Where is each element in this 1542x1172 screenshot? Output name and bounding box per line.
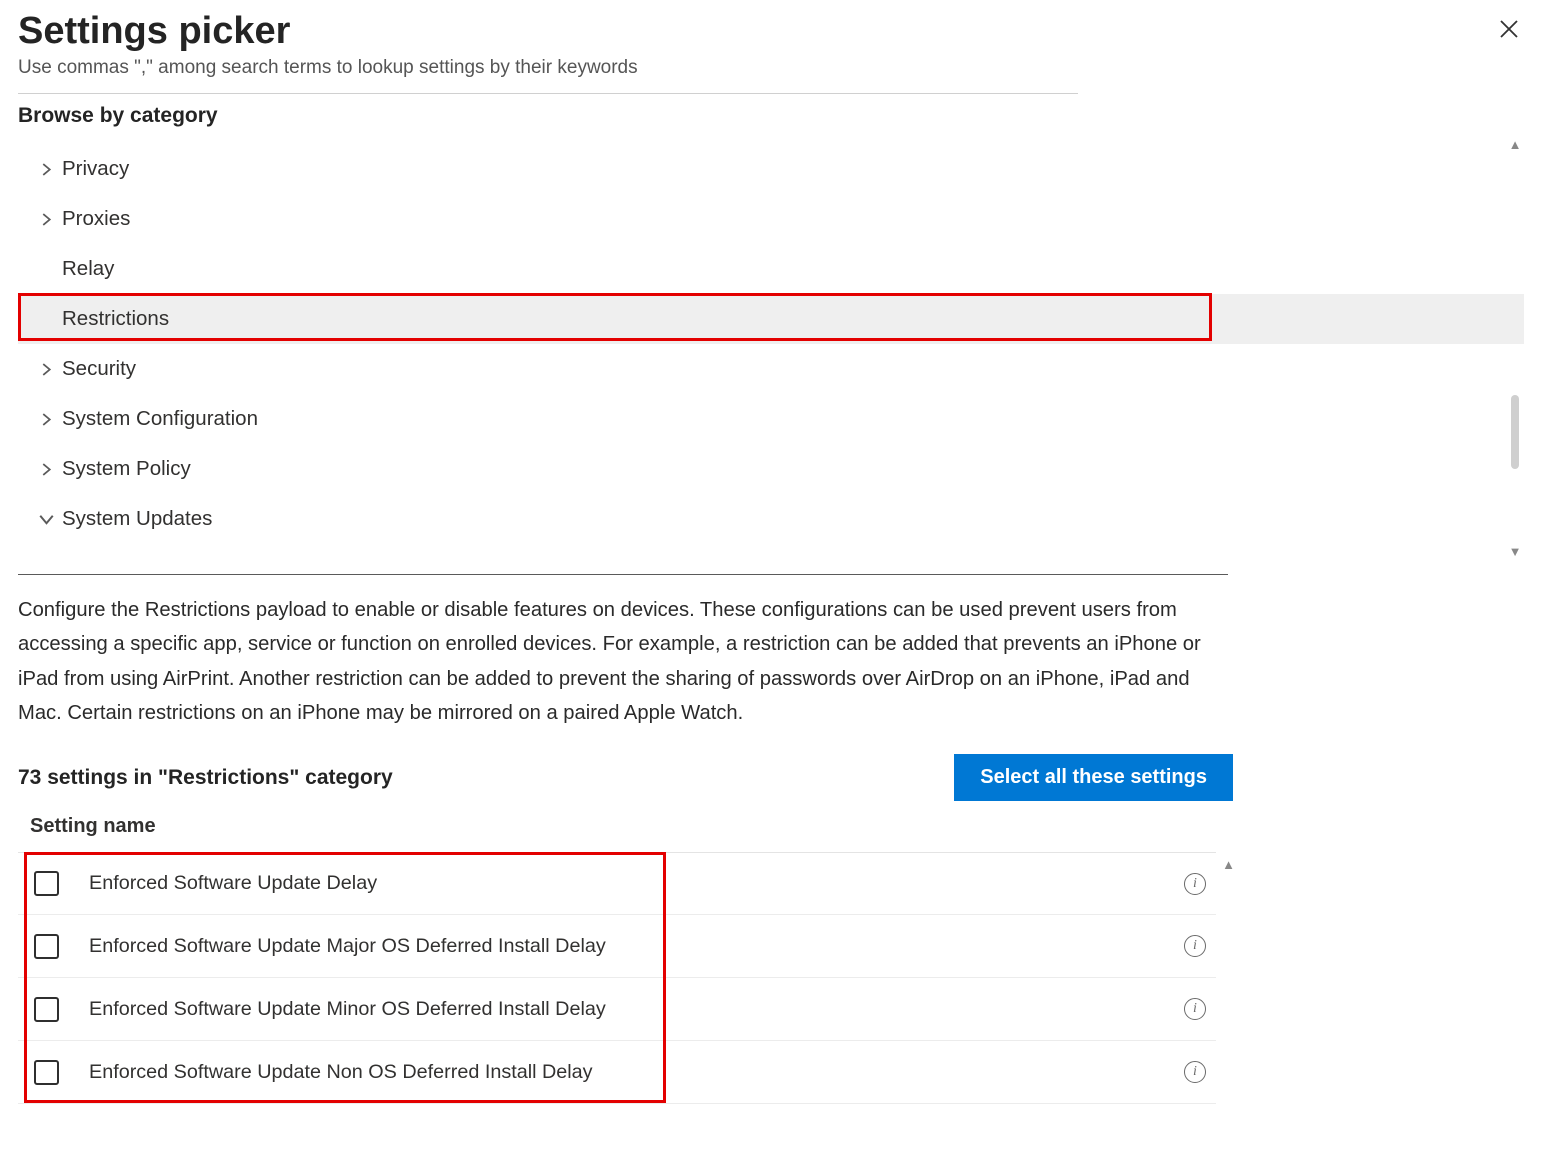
- scroll-thumb[interactable]: [1511, 395, 1519, 469]
- setting-checkbox[interactable]: [34, 871, 59, 896]
- category-label: Privacy: [62, 157, 129, 181]
- select-all-button[interactable]: Select all these settings: [954, 754, 1233, 801]
- category-label: Restrictions: [62, 307, 169, 331]
- chevron-right-icon: [30, 413, 62, 426]
- setting-checkbox[interactable]: [34, 934, 59, 959]
- info-icon[interactable]: i: [1184, 873, 1206, 895]
- column-header-setting-name: Setting name: [18, 815, 1524, 838]
- setting-name-label: Enforced Software Update Delay: [89, 872, 1184, 895]
- category-list-container: Privacy Proxies › Relay › Restrictions S…: [18, 136, 1524, 560]
- scroll-up-icon[interactable]: ▲: [1222, 856, 1235, 873]
- close-icon: [1498, 18, 1520, 40]
- setting-name-label: Enforced Software Update Minor OS Deferr…: [89, 998, 1184, 1021]
- category-label: System Updates: [62, 507, 212, 531]
- search-divider: [18, 93, 1078, 94]
- category-label: Relay: [62, 257, 114, 281]
- settings-list-container: Enforced Software Update Delay i Enforce…: [18, 852, 1233, 1104]
- page-subtitle: Use commas "," among search terms to loo…: [18, 57, 638, 79]
- setting-row[interactable]: Enforced Software Update Major OS Deferr…: [18, 915, 1216, 978]
- category-label: System Configuration: [62, 407, 258, 431]
- setting-name-label: Enforced Software Update Non OS Deferred…: [89, 1061, 1184, 1084]
- chevron-right-icon: [30, 363, 62, 376]
- close-button[interactable]: [1486, 14, 1532, 48]
- category-item-proxies[interactable]: Proxies: [18, 194, 1524, 244]
- category-label: System Policy: [62, 457, 191, 481]
- category-item-system-updates[interactable]: System Updates: [18, 494, 1524, 544]
- section-divider: [18, 574, 1228, 575]
- setting-row[interactable]: Enforced Software Update Minor OS Deferr…: [18, 978, 1216, 1041]
- category-scrollbar[interactable]: ▲ ▼: [1506, 136, 1524, 560]
- browse-heading: Browse by category: [18, 104, 1524, 128]
- chevron-right-icon: [30, 463, 62, 476]
- page-title: Settings picker: [18, 10, 638, 53]
- setting-row[interactable]: Enforced Software Update Non OS Deferred…: [18, 1041, 1216, 1104]
- chevron-down-icon: [30, 512, 62, 527]
- chevron-right-icon: [30, 213, 62, 226]
- category-label: Proxies: [62, 207, 130, 231]
- settings-scrollbar[interactable]: ▲: [1222, 856, 1235, 873]
- category-item-privacy[interactable]: Privacy: [18, 144, 1524, 194]
- category-list: Privacy Proxies › Relay › Restrictions S…: [18, 136, 1524, 544]
- setting-name-label: Enforced Software Update Major OS Deferr…: [89, 935, 1184, 958]
- info-icon[interactable]: i: [1184, 998, 1206, 1020]
- category-item-system-policy[interactable]: System Policy: [18, 444, 1524, 494]
- scroll-down-icon[interactable]: ▼: [1509, 543, 1522, 560]
- setting-checkbox[interactable]: [34, 997, 59, 1022]
- category-label: Security: [62, 357, 136, 381]
- results-count: 73 settings in "Restrictions" category: [18, 766, 393, 790]
- category-item-relay[interactable]: › Relay: [18, 244, 1524, 294]
- category-item-security[interactable]: Security: [18, 344, 1524, 394]
- settings-list: Enforced Software Update Delay i Enforce…: [18, 852, 1216, 1104]
- info-icon[interactable]: i: [1184, 935, 1206, 957]
- chevron-right-icon: [30, 163, 62, 176]
- category-item-restrictions[interactable]: › Restrictions: [18, 294, 1524, 344]
- category-item-system-configuration[interactable]: System Configuration: [18, 394, 1524, 444]
- setting-row[interactable]: Enforced Software Update Delay i: [18, 852, 1216, 915]
- info-icon[interactable]: i: [1184, 1061, 1206, 1083]
- category-description: Configure the Restrictions payload to en…: [18, 593, 1228, 730]
- setting-checkbox[interactable]: [34, 1060, 59, 1085]
- scroll-up-icon[interactable]: ▲: [1509, 136, 1522, 153]
